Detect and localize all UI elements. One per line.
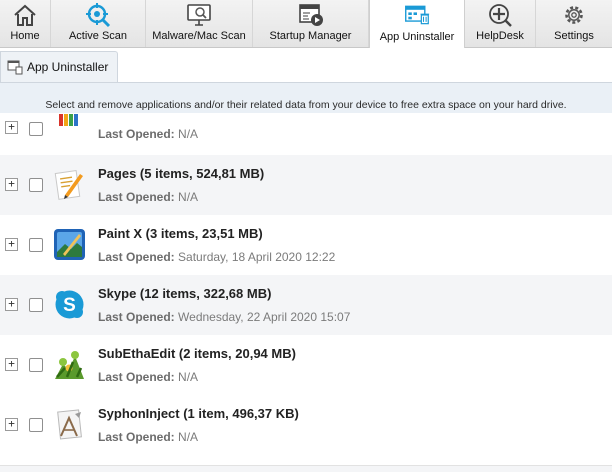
- app-name: Skype (12 items, 322,68 MB): [98, 286, 272, 301]
- last-opened-label: Last Opened:: [98, 310, 175, 324]
- toolbar-startup-manager-label: Startup Manager: [269, 30, 352, 42]
- app-name: SubEthaEdit (2 items, 20,94 MB): [98, 346, 296, 361]
- last-opened-value: Wednesday, 22 April 2020 15:07: [178, 310, 351, 324]
- gear-icon: [565, 6, 583, 24]
- last-opened-value: Saturday, 18 April 2020 12:22: [178, 250, 336, 264]
- last-opened-label: Last Opened:: [98, 430, 175, 444]
- syphoninject-icon: [57, 409, 82, 440]
- last-opened-text: Last Opened: Saturday, 18 April 2020 12:…: [98, 250, 335, 264]
- toolbar-active-scan-button[interactable]: Active Scan: [51, 0, 146, 47]
- partial-app-icon: [59, 114, 78, 126]
- pages-icon: [54, 170, 83, 200]
- last-opened-label: Last Opened:: [98, 127, 175, 141]
- last-opened-label: Last Opened:: [98, 370, 175, 384]
- expand-toggle[interactable]: +: [5, 121, 18, 134]
- app-name: Pages (5 items, 524,81 MB): [98, 166, 265, 181]
- list-item: + S Skype (12 items, 322,68 MB) Last Ope…: [0, 275, 612, 335]
- toolbar-startup-manager-button[interactable]: Startup Manager: [253, 0, 369, 47]
- expand-toggle[interactable]: +: [5, 358, 18, 371]
- toolbar-helpdesk-button[interactable]: HelpDesk: [465, 0, 536, 47]
- last-opened-label: Last Opened:: [98, 250, 175, 264]
- expand-toggle[interactable]: +: [5, 178, 18, 191]
- main-toolbar: Home Active Scan Malware/Mac Scan Startu…: [0, 0, 612, 48]
- app-checkbox[interactable]: [29, 178, 43, 192]
- app-checkbox[interactable]: [29, 122, 43, 136]
- app-checkbox[interactable]: [29, 358, 43, 372]
- uninstaller-tab-icon: [7, 60, 23, 75]
- toolbar-app-uninstaller-button[interactable]: App Uninstaller: [369, 0, 465, 48]
- skype-icon: S: [55, 290, 84, 319]
- svg-text:S: S: [63, 295, 76, 316]
- last-opened-text: Last Opened: N/A: [98, 430, 198, 444]
- last-opened-value: N/A: [178, 370, 199, 384]
- app-uninstaller-icon: [405, 5, 430, 25]
- expand-toggle[interactable]: +: [5, 418, 18, 431]
- last-opened-value: N/A: [178, 127, 199, 141]
- tab-app-uninstaller[interactable]: App Uninstaller: [0, 51, 118, 82]
- list-item: + Paint X (3 items, 23,51 MB) Last Opene…: [0, 215, 612, 275]
- scan-target-icon: [86, 3, 111, 28]
- toolbar-home-label: Home: [10, 30, 40, 42]
- app-list: + Last Opened: N/A + Pages (5 items, 524…: [0, 113, 612, 465]
- monitor-scan-icon: [187, 4, 211, 26]
- description-text: Select and remove applications and/or th…: [45, 99, 567, 111]
- toolbar-malware-scan-button[interactable]: Malware/Mac Scan: [146, 0, 253, 47]
- expand-toggle[interactable]: +: [5, 238, 18, 251]
- app-checkbox[interactable]: [29, 418, 43, 432]
- toolbar-home-button[interactable]: Home: [0, 0, 51, 47]
- last-opened-text: Last Opened: N/A: [98, 370, 198, 384]
- list-item: + Last Opened: N/A: [0, 113, 612, 141]
- startup-manager-icon: [298, 4, 323, 26]
- helpdesk-icon: [489, 4, 512, 27]
- tab-app-uninstaller-label: App Uninstaller: [27, 60, 109, 74]
- list-item: + Pages (5 items, 524,81 MB) Last Opened…: [0, 155, 612, 215]
- app-name: Paint X (3 items, 23,51 MB): [98, 226, 263, 241]
- list-item: + SubEthaEdit (2 items, 20,94 MB) Last O…: [0, 335, 612, 395]
- toolbar-malware-scan-label: Malware/Mac Scan: [152, 30, 246, 42]
- expand-toggle[interactable]: +: [5, 298, 18, 311]
- app-checkbox[interactable]: [29, 298, 43, 312]
- toolbar-helpdesk-label: HelpDesk: [476, 30, 524, 42]
- toolbar-app-uninstaller-label: App Uninstaller: [379, 31, 455, 43]
- subethaedit-icon: [55, 351, 84, 379]
- toolbar-settings-button[interactable]: Settings: [536, 0, 612, 47]
- sub-tab-bar: App Uninstaller: [0, 48, 612, 83]
- last-opened-text: Last Opened: Wednesday, 22 April 2020 15…: [98, 310, 350, 324]
- last-opened-value: N/A: [178, 430, 199, 444]
- last-opened-text: Last Opened: N/A: [98, 190, 198, 204]
- last-opened-text: Last Opened: N/A: [98, 127, 198, 141]
- last-opened-label: Last Opened:: [98, 190, 175, 204]
- app-checkbox[interactable]: [29, 238, 43, 252]
- paint-x-icon: [54, 229, 85, 260]
- home-icon: [14, 4, 36, 26]
- app-name: SyphonInject (1 item, 496,37 KB): [98, 406, 299, 421]
- last-opened-value: N/A: [178, 190, 199, 204]
- toolbar-settings-label: Settings: [554, 30, 594, 42]
- toolbar-active-scan-label: Active Scan: [68, 30, 128, 42]
- list-item: + SyphonInject (1 item, 496,37 KB) Last …: [0, 395, 612, 455]
